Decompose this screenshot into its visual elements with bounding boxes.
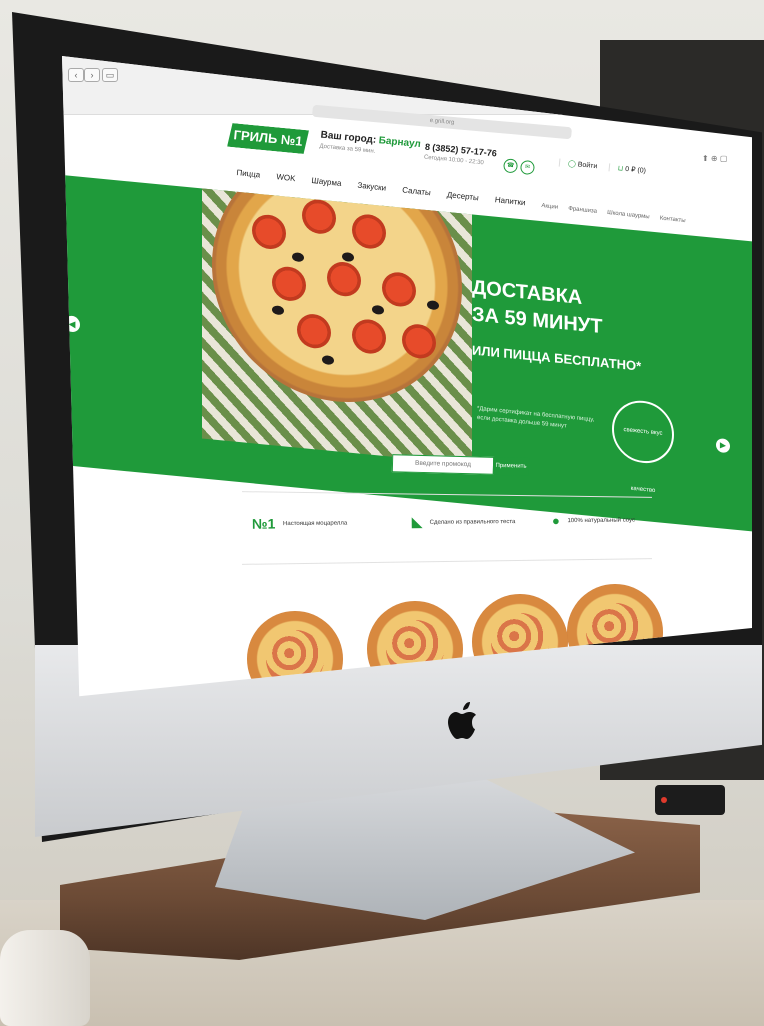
cart-icon: ⊔	[617, 165, 624, 173]
apply-promo-button[interactable]: Применить	[492, 456, 530, 476]
features-row: №1 Настоящая моцарелла ◣ Сделано из прав…	[252, 512, 662, 546]
promo-code-input[interactable]	[391, 454, 495, 475]
menu-item-snacks[interactable]: Закуски	[357, 181, 387, 193]
hero-title: ДОСТАВКА ЗА 59 МИНУТ ИЛИ ПИЦЦА БЕСПЛАТНО…	[472, 274, 641, 379]
apple-logo-icon	[448, 702, 476, 739]
menu-item-wok[interactable]: WOK	[276, 172, 296, 183]
feature-label: Настоящая моцарелла	[283, 520, 348, 528]
chat-icon[interactable]: ✉	[519, 159, 536, 176]
social-icons: ☎ ✉	[502, 153, 539, 176]
phone-call-icon[interactable]: ☎	[502, 158, 519, 174]
login-button[interactable]: ◯ Войти	[558, 158, 598, 171]
white-vase	[0, 930, 90, 1026]
feature-item: №1 Настоящая моцарелла	[252, 515, 347, 532]
no1-icon: №1	[251, 515, 276, 532]
desk-scene: ‹ › ▭ e.grill.org ⬆ ⊕ ▢ ГРИЛЬ №1 Ваш гор…	[0, 0, 764, 1026]
menu-item-drinks[interactable]: Напитки	[494, 195, 525, 207]
hero-line-2: ЗА 59 МИНУТ	[472, 303, 603, 339]
pizza-photo	[202, 174, 472, 465]
sidebar-icon[interactable]: ▭	[102, 68, 118, 82]
menu-item-contacts[interactable]: Контакты	[659, 215, 685, 224]
promo-form: Применить	[391, 454, 532, 476]
feature-item: ● 100% натуральный соус	[552, 512, 635, 528]
city-value[interactable]: Барнаул	[378, 135, 421, 150]
menu-item-salads[interactable]: Салаты	[402, 185, 431, 197]
slider-next-button[interactable]: ▶	[716, 437, 730, 454]
login-label: Войти	[577, 161, 598, 171]
phone-block[interactable]: 8 (3852) 57-17-76 Сегодня 10:00 - 22:30	[424, 142, 498, 168]
power-outlet	[655, 785, 725, 815]
divider	[242, 558, 652, 565]
menu-item-desserts[interactable]: Десерты	[446, 190, 479, 202]
cart-total: 0 ₽ (0)	[624, 165, 647, 175]
forward-button[interactable]: ›	[84, 68, 100, 82]
quality-seal: свежесть вкус качество	[612, 397, 674, 494]
menu-item-pizza[interactable]: Пицца	[236, 168, 261, 179]
tomato-icon: ●	[551, 513, 560, 529]
menu-item-promos[interactable]: Акции	[541, 203, 558, 211]
menu-item-franchise[interactable]: Франшиза	[568, 206, 597, 215]
back-button[interactable]: ‹	[68, 68, 84, 82]
feature-item: ◣ Сделано из правильного теста	[412, 513, 516, 530]
pizza-slice-icon: ◣	[411, 514, 423, 530]
user-icon: ◯	[567, 160, 577, 169]
feature-label: Сделано из правильного теста	[429, 519, 516, 526]
menu-item-shawarma-school[interactable]: Школа шаурмы	[607, 210, 650, 220]
feature-label: 100% натуральный соус	[567, 517, 635, 525]
cart-button[interactable]: ⊔ 0 ₽ (0)	[608, 163, 647, 175]
hero-line-3: ИЛИ ПИЦЦА БЕСПЛАТНО*	[472, 342, 642, 374]
pepperoni-pizza	[212, 174, 462, 414]
menu-item-shawarma[interactable]: Шаурма	[311, 176, 342, 188]
hero-footnote: *Дарим сертификат на бесплатную пиццу, е…	[477, 405, 595, 430]
screen: ‹ › ▭ e.grill.org ⬆ ⊕ ▢ ГРИЛЬ №1 Ваш гор…	[62, 56, 752, 697]
logo[interactable]: ГРИЛЬ №1	[227, 123, 309, 155]
city-selector[interactable]: Ваш город: Барнаул Доставка за 59 мин.	[319, 130, 421, 160]
